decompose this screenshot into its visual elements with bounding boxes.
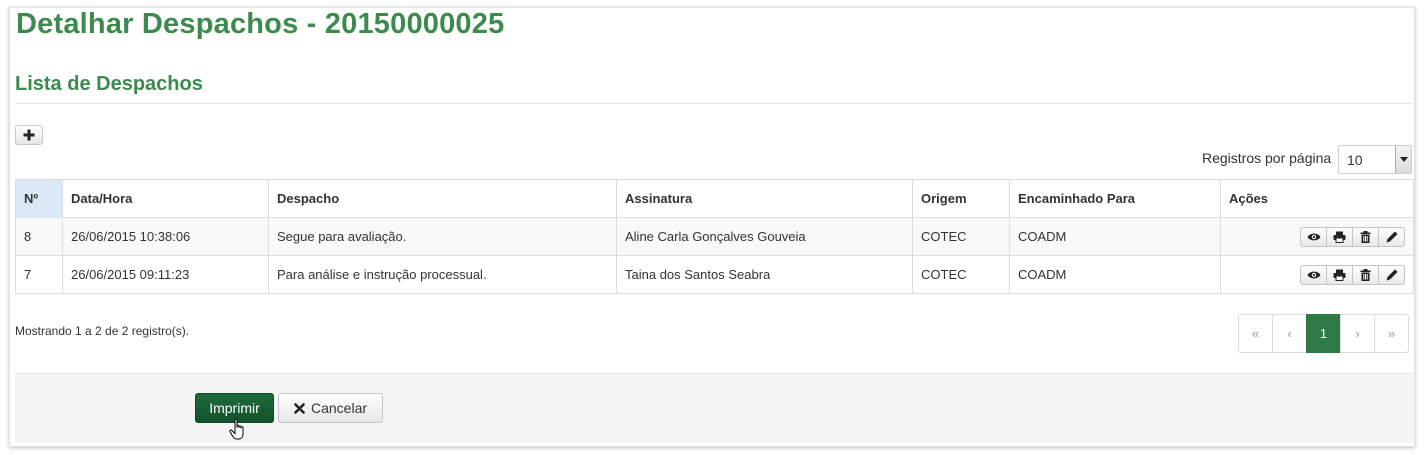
page-prev-button[interactable]: ‹ — [1272, 314, 1307, 353]
despachos-table: Nº Data/Hora Despacho Assinatura Origem … — [15, 179, 1414, 294]
print-button[interactable] — [1326, 226, 1353, 247]
table-row: 7 26/06/2015 09:11:23 Para análise e ins… — [15, 255, 1414, 294]
column-header-origem[interactable]: Origem — [912, 179, 1010, 218]
column-header-datetime[interactable]: Data/Hora — [62, 179, 269, 218]
delete-button[interactable] — [1352, 226, 1379, 247]
view-button[interactable] — [1300, 226, 1327, 247]
column-header-encaminhado[interactable]: Encaminhado Para — [1009, 179, 1221, 218]
cancel-button[interactable]: Cancelar — [278, 393, 383, 423]
cancel-button-label: Cancelar — [310, 400, 368, 416]
cell-encaminhado: COADM — [1009, 217, 1221, 256]
plus-icon — [23, 129, 35, 141]
page-current-button[interactable]: 1 — [1306, 314, 1341, 353]
print-icon — [1333, 269, 1346, 281]
pagination: « ‹ 1 › » — [1238, 314, 1409, 353]
records-summary: Mostrando 1 a 2 de 2 registro(s). — [15, 324, 190, 338]
print-button[interactable] — [1326, 264, 1353, 285]
section-divider — [15, 103, 1412, 104]
column-header-despacho[interactable]: Despacho — [268, 179, 617, 218]
add-despacho-button[interactable] — [15, 125, 43, 145]
column-header-acoes: Ações — [1220, 179, 1414, 218]
cell-datetime: 26/06/2015 09:11:23 — [62, 255, 269, 294]
cell-encaminhado: COADM — [1009, 255, 1221, 294]
edit-button[interactable] — [1378, 226, 1405, 247]
table-row: 8 26/06/2015 10:38:06 Segue para avaliaç… — [15, 217, 1414, 256]
per-page-select[interactable]: 10 — [1338, 145, 1412, 174]
page-title: Detalhar Despachos - 20150000025 — [16, 8, 505, 40]
trash-icon — [1360, 268, 1371, 281]
table-header-row: Nº Data/Hora Despacho Assinatura Origem … — [15, 179, 1414, 218]
hand-cursor-icon — [229, 418, 249, 448]
eye-icon — [1307, 233, 1320, 240]
cell-despacho: Segue para avaliação. — [268, 217, 617, 256]
trash-icon — [1360, 230, 1371, 243]
eye-icon — [1307, 271, 1320, 278]
pencil-icon — [1386, 231, 1397, 242]
column-header-num[interactable]: Nº — [15, 179, 63, 218]
cell-num: 7 — [15, 255, 63, 294]
cell-assinatura: Taina dos Santos Seabra — [616, 255, 913, 294]
delete-button[interactable] — [1352, 264, 1379, 285]
view-button[interactable] — [1300, 264, 1327, 285]
cell-actions — [1220, 255, 1414, 294]
page-first-button[interactable]: « — [1238, 314, 1273, 353]
close-icon — [294, 402, 305, 414]
page-next-button[interactable]: › — [1340, 314, 1375, 353]
column-header-assinatura[interactable]: Assinatura — [616, 179, 913, 218]
section-title: Lista de Despachos — [15, 73, 203, 95]
page-last-button[interactable]: » — [1374, 314, 1409, 353]
cell-despacho: Para análise e instrução processual. — [268, 255, 617, 294]
print-button-label: Imprimir — [209, 400, 260, 416]
edit-button[interactable] — [1378, 264, 1405, 285]
cell-assinatura: Aline Carla Gonçalves Gouveia — [616, 217, 913, 256]
print-icon — [1333, 231, 1346, 243]
cell-origem: COTEC — [912, 255, 1010, 294]
cell-origem: COTEC — [912, 217, 1010, 256]
dropdown-arrow-icon[interactable] — [1395, 146, 1411, 173]
cell-actions — [1220, 217, 1414, 256]
row-actions-group — [1300, 226, 1405, 247]
cell-num: 8 — [15, 217, 63, 256]
per-page-value: 10 — [1347, 152, 1363, 168]
cell-datetime: 26/06/2015 10:38:06 — [62, 217, 269, 256]
per-page-label: Registros por página — [1202, 150, 1332, 166]
pencil-icon — [1386, 269, 1397, 280]
row-actions-group — [1300, 264, 1405, 285]
